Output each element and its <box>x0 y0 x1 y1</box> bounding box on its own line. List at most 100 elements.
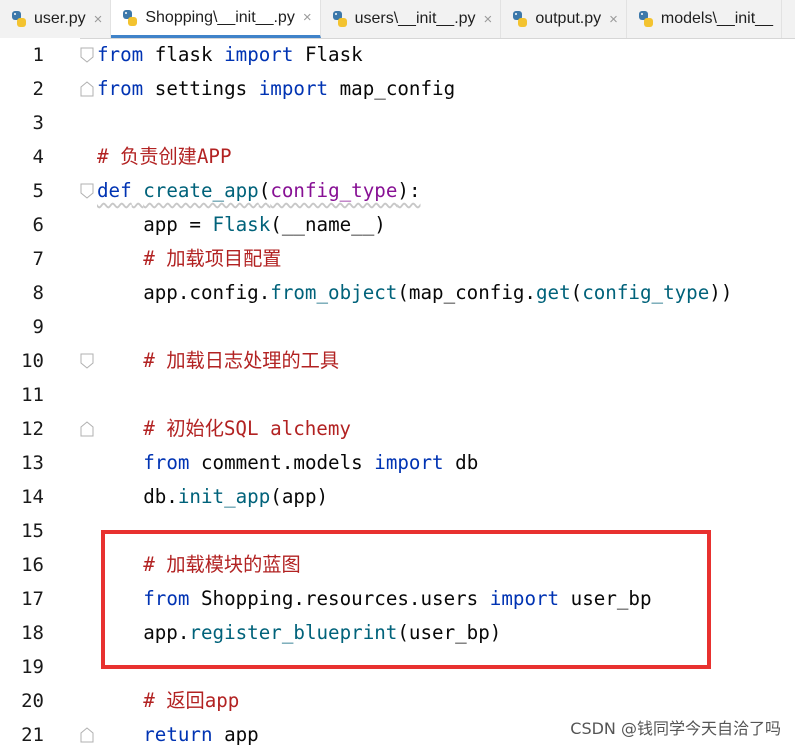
punctuation: ( <box>270 213 282 236</box>
identifier: db. <box>97 485 178 508</box>
close-icon[interactable]: × <box>484 11 493 28</box>
method-name: init_app <box>177 485 271 508</box>
identifier: map_config <box>328 77 456 100</box>
code-line: # 加载日志处理的工具 <box>97 344 339 378</box>
annotation-highlight-box <box>101 530 711 669</box>
tab-output-py[interactable]: output.py × <box>501 0 627 38</box>
identifier: (map_config. <box>397 281 536 304</box>
punctuation: (app) <box>270 485 329 508</box>
watermark-text: CSDN @钱同学今天自洽了吗 <box>570 719 781 738</box>
dunder-name: __name__ <box>281 213 375 236</box>
code-line: # 加载项目配置 <box>97 242 281 276</box>
fold-close-icon[interactable] <box>80 81 94 97</box>
line-number: 19 <box>21 656 44 678</box>
tab-label: user.py <box>34 10 86 27</box>
code-line: app = Flask(__name__) <box>97 208 386 242</box>
tab-shopping-init-py[interactable]: Shopping\__init__.py × <box>111 0 321 38</box>
keyword: import <box>224 43 294 66</box>
code-line: # 初始化SQL alchemy <box>97 412 351 446</box>
tab-models-init[interactable]: models\__init__ <box>627 0 782 38</box>
line-number: 2 <box>32 78 44 100</box>
line-number-gutter: 1 2 3 4 5 6 7 8 9 10 11 12 13 14 15 16 1… <box>0 38 80 746</box>
keyword: return <box>143 723 213 746</box>
class-name: Flask <box>212 213 271 236</box>
code-line: from settings import map_config <box>97 72 455 106</box>
python-file-icon <box>12 11 26 27</box>
method-name: get <box>535 281 571 304</box>
method-name: from_object <box>270 281 398 304</box>
tab-label: users\__init__.py <box>354 10 476 27</box>
line-number: 20 <box>21 690 44 712</box>
close-icon[interactable]: × <box>303 9 312 26</box>
tab-user-py[interactable]: user.py × <box>0 0 112 38</box>
punctuation: ( <box>258 179 271 202</box>
line-number: 6 <box>32 214 44 236</box>
keyword: from <box>143 451 190 474</box>
keyword: from <box>97 77 144 100</box>
comment: # 加载日志处理的工具 <box>143 349 340 372</box>
identifier: settings <box>143 77 259 100</box>
python-file-icon <box>638 11 653 27</box>
identifier: Flask <box>293 43 363 66</box>
fold-open-icon[interactable] <box>80 47 94 63</box>
editor-tab-bar: user.py × Shopping\__init__.py × users\_… <box>0 0 795 39</box>
line-number: 15 <box>21 520 44 542</box>
comment: # 负责创建APP <box>97 145 232 168</box>
comment: # 返回app <box>143 689 240 712</box>
keyword: def <box>97 179 132 202</box>
line-number: 7 <box>32 248 44 270</box>
line-number: 4 <box>32 146 44 168</box>
identifier: config_type <box>582 281 710 304</box>
comment: # 加载项目配置 <box>143 247 282 270</box>
code-line: app.config.from_object(map_config.get(co… <box>97 276 732 310</box>
python-file-icon <box>123 9 138 26</box>
line-number: 10 <box>21 350 44 372</box>
code-line: # 负责创建APP <box>97 140 232 174</box>
punctuation: ): <box>397 179 421 202</box>
line-number: 16 <box>21 554 44 576</box>
identifier: db <box>443 451 479 474</box>
code-line: from comment.models import db <box>97 446 478 480</box>
line-number: 14 <box>21 486 44 508</box>
python-file-icon <box>332 11 347 27</box>
fold-open-icon[interactable] <box>80 353 94 369</box>
line-number: 3 <box>32 112 44 134</box>
parameter: config_type <box>270 179 398 202</box>
tab-label: models\__init__ <box>660 10 773 27</box>
code-editor[interactable]: 1 2 3 4 5 6 7 8 9 10 11 12 13 14 15 16 1… <box>0 38 795 746</box>
line-number: 13 <box>21 452 44 474</box>
punctuation: ) <box>374 213 386 236</box>
fold-open-icon[interactable] <box>80 183 94 199</box>
function-name: create_app <box>143 179 259 202</box>
keyword: import <box>374 451 444 474</box>
line-number: 5 <box>32 180 44 202</box>
close-icon[interactable]: × <box>609 11 618 28</box>
tab-label: Shopping\__init__.py <box>145 8 295 26</box>
tab-users-init-py[interactable]: users\__init__.py × <box>321 0 502 38</box>
line-number: 18 <box>21 622 44 644</box>
python-file-icon <box>513 11 528 27</box>
identifier: comment.models <box>189 451 375 474</box>
line-number: 17 <box>21 588 44 610</box>
code-line: return app <box>97 718 259 752</box>
code-line: # 返回app <box>97 684 239 718</box>
comment: # 初始化SQL alchemy <box>143 417 351 440</box>
fold-close-icon[interactable] <box>80 421 94 437</box>
code-line: from flask import Flask <box>97 38 363 72</box>
line-number: 8 <box>32 282 44 304</box>
code-line: def create_app(config_type): <box>97 174 421 208</box>
fold-close-icon[interactable] <box>80 727 94 743</box>
close-icon[interactable]: × <box>94 11 103 28</box>
line-number: 9 <box>32 316 44 338</box>
code-line: db.init_app(app) <box>97 480 328 514</box>
line-number: 1 <box>32 44 44 66</box>
tab-label: output.py <box>535 10 602 27</box>
punctuation: ( <box>570 281 583 304</box>
